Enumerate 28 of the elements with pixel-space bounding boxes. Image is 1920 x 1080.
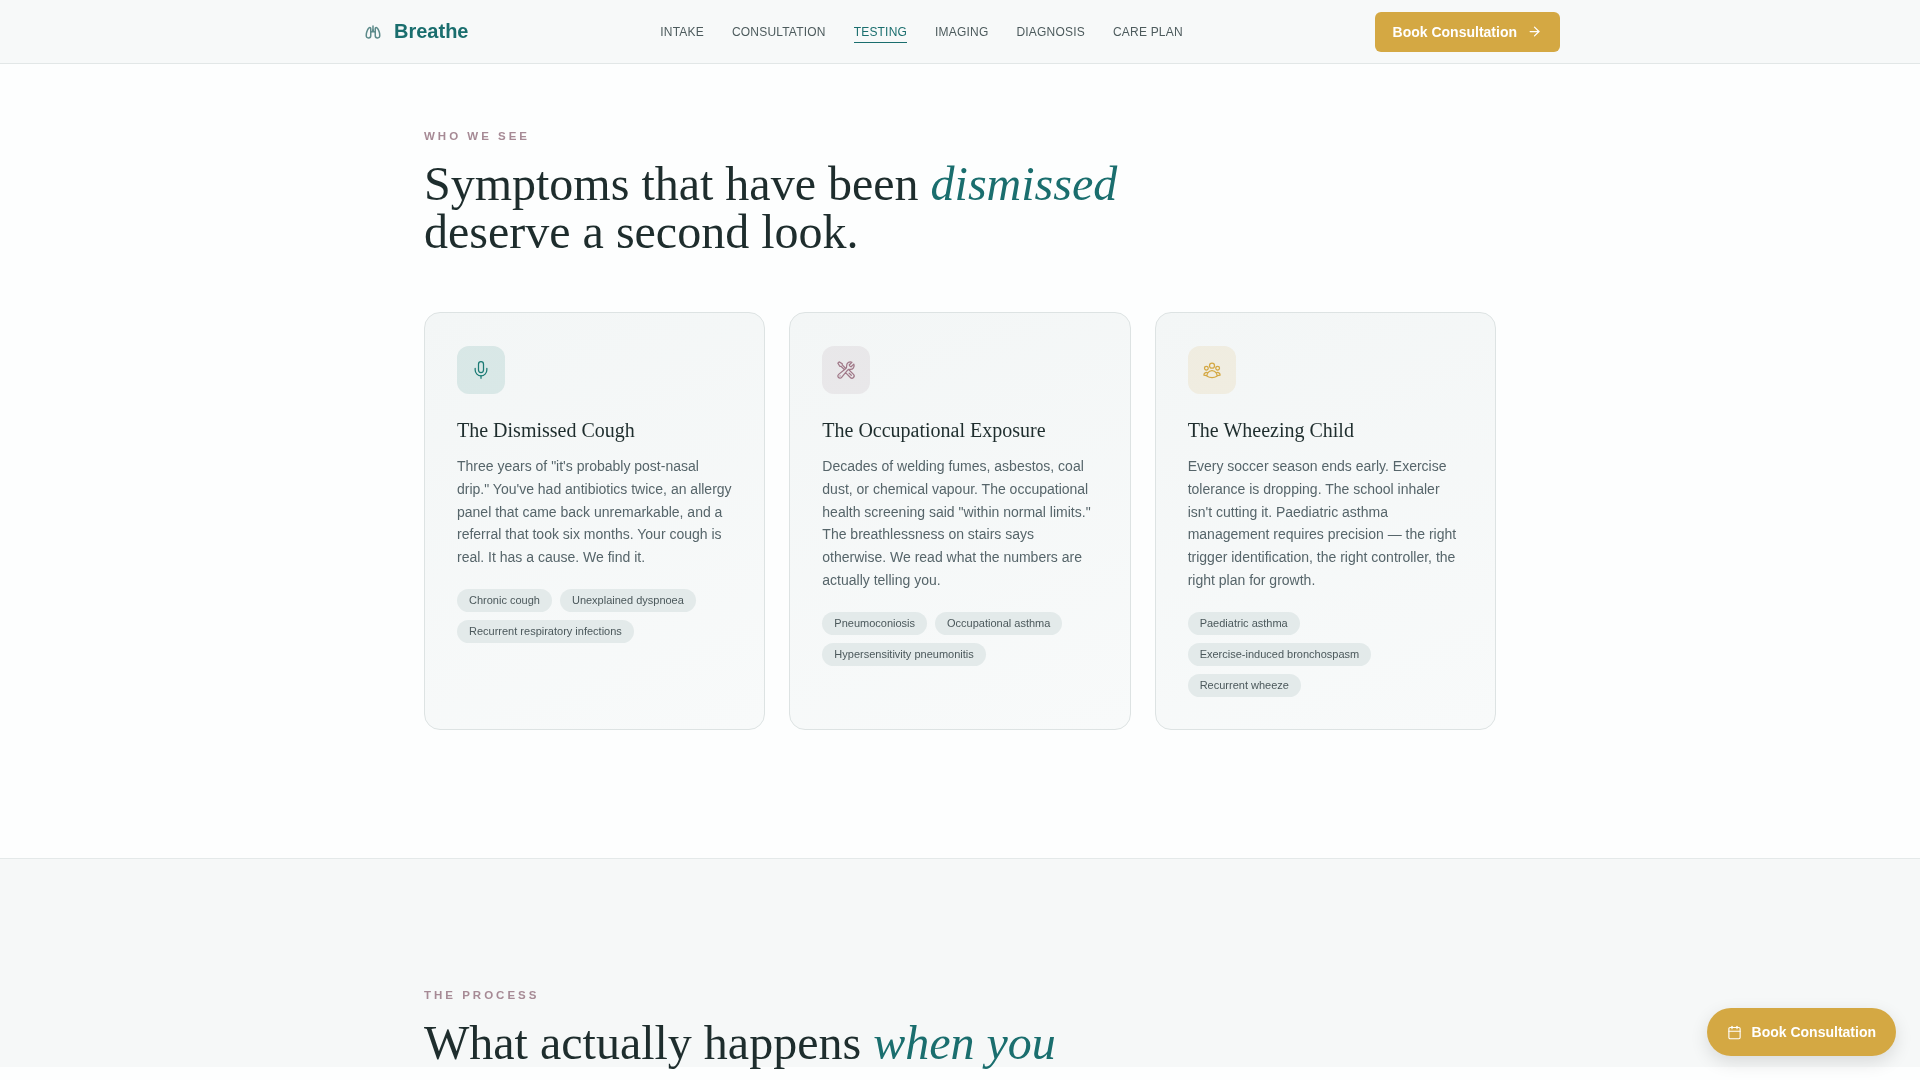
- nav-tab[interactable]: IMAGING: [935, 20, 989, 43]
- card-title: The Wheezing Child: [1187, 418, 1355, 442]
- section-eyebrow: WHO WE SEE: [424, 129, 532, 144]
- card-title: The Occupational Exposure: [822, 418, 1047, 442]
- condition-tag: Recurrent wheeze: [1187, 673, 1301, 697]
- condition-tag: Occupational asthma: [935, 611, 1063, 635]
- section-heading: Symptoms that have been dismissed deserve a second look.: [424, 160, 1119, 256]
- nav-tab[interactable]: TESTING: [853, 20, 908, 43]
- lungs-icon: [364, 22, 382, 41]
- nav-tab[interactable]: DIAGNOSIS: [1016, 20, 1085, 43]
- condition-tag: Chronic cough: [457, 588, 552, 612]
- section-heading: What actually happens when you: [424, 1018, 1057, 1067]
- logo-link[interactable]: Breathe: [360, 20, 469, 43]
- card-description: Three years of "it's probably post-nasal drip." You've had antibiotics twice, an allergy panel that came back unremarkable, and a referral that took six months. Your cough is real. It has a cause. We find it.: [457, 457, 733, 567]
- condition-tag: Exercise-induced bronchospasm: [1187, 642, 1372, 666]
- calendar-icon: [1726, 1024, 1742, 1040]
- condition-tag: Unexplained dyspnoea: [559, 588, 696, 612]
- card-title: The Dismissed Cough: [457, 418, 636, 442]
- nav-tab[interactable]: CARE PLAN: [1112, 20, 1183, 43]
- nav-tab[interactable]: INTAKE: [660, 20, 704, 43]
- card-description: Decades of welding fumes, asbestos, coal dust, or chemical vapour. The occupational health screening said "within normal limits." The breathlessness on stairs says otherwise. We read what the numbers are actually telling you.: [822, 457, 1092, 590]
- condition-tag: Recurrent respiratory infections: [457, 619, 634, 643]
- condition-tag: Paediatric asthma: [1187, 611, 1300, 635]
- nav-tab[interactable]: CONSULTATION: [731, 20, 826, 43]
- card-description: Every soccer season ends early. Exercise tolerance is dropping. The school inhaler isn't cutting it. Paediatric asthma management requires precision — the right trigger identification, the right controller, the right plan for growth.: [1187, 457, 1458, 590]
- section-eyebrow: THE PROCESS: [424, 987, 541, 1003]
- condition-tag: Pneumoconiosis: [822, 611, 928, 635]
- condition-tag: Hypersensitivity pneumonitis: [822, 642, 986, 666]
